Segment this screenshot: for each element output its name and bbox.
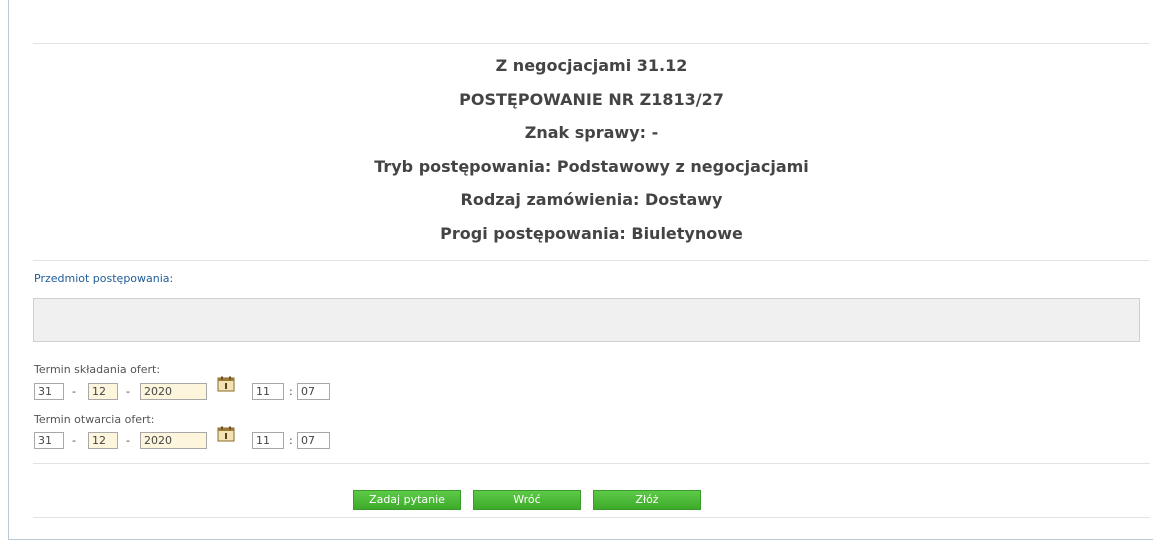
offer-minute-input[interactable]: 07 <box>297 383 330 400</box>
time-separator: : <box>289 434 293 447</box>
proceeding-title: Z negocjacjami 31.12 <box>495 56 688 75</box>
date-separator: - <box>126 385 130 398</box>
order-type: Rodzaj zamówienia: Dostawy <box>460 190 723 209</box>
subject-field[interactable] <box>33 298 1140 342</box>
proceeding-number: POSTĘPOWANIE NR Z1813/27 <box>459 90 724 109</box>
case-sign: Znak sprawy: - <box>524 123 659 142</box>
offer-hour-input[interactable]: 11 <box>252 383 284 400</box>
ask-question-button[interactable]: Zadaj pytanie <box>353 490 461 510</box>
back-button[interactable]: Wróć <box>473 490 581 510</box>
divider-header <box>33 260 1150 261</box>
offer-deadline-label: Termin składania ofert: <box>34 363 161 376</box>
time-separator: : <box>289 385 293 398</box>
calendar-icon[interactable] <box>217 426 235 442</box>
calendar-icon[interactable] <box>217 376 235 392</box>
divider-top <box>33 43 1150 44</box>
offer-month-input[interactable]: 12 <box>88 383 118 400</box>
offer-year-input[interactable]: 2020 <box>140 383 207 400</box>
opening-deadline-label: Termin otwarcia ofert: <box>34 413 155 426</box>
offer-day-input[interactable]: 31 <box>34 383 64 400</box>
submit-button[interactable]: Złóż <box>593 490 701 510</box>
opening-minute-input[interactable]: 07 <box>297 432 330 449</box>
date-separator: - <box>126 434 130 447</box>
opening-year-input[interactable]: 2020 <box>140 432 207 449</box>
divider-form <box>33 463 1150 464</box>
divider-bottom <box>33 517 1150 518</box>
content-frame <box>8 0 1153 540</box>
opening-month-input[interactable]: 12 <box>88 432 118 449</box>
opening-day-input[interactable]: 31 <box>34 432 64 449</box>
opening-hour-input[interactable]: 11 <box>252 432 284 449</box>
thresholds: Progi postępowania: Biuletynowe <box>440 224 743 243</box>
procedure-mode: Tryb postępowania: Podstawowy z negocjac… <box>374 157 809 176</box>
subject-label: Przedmiot postępowania: <box>34 272 174 285</box>
date-separator: - <box>72 434 76 447</box>
date-separator: - <box>72 385 76 398</box>
